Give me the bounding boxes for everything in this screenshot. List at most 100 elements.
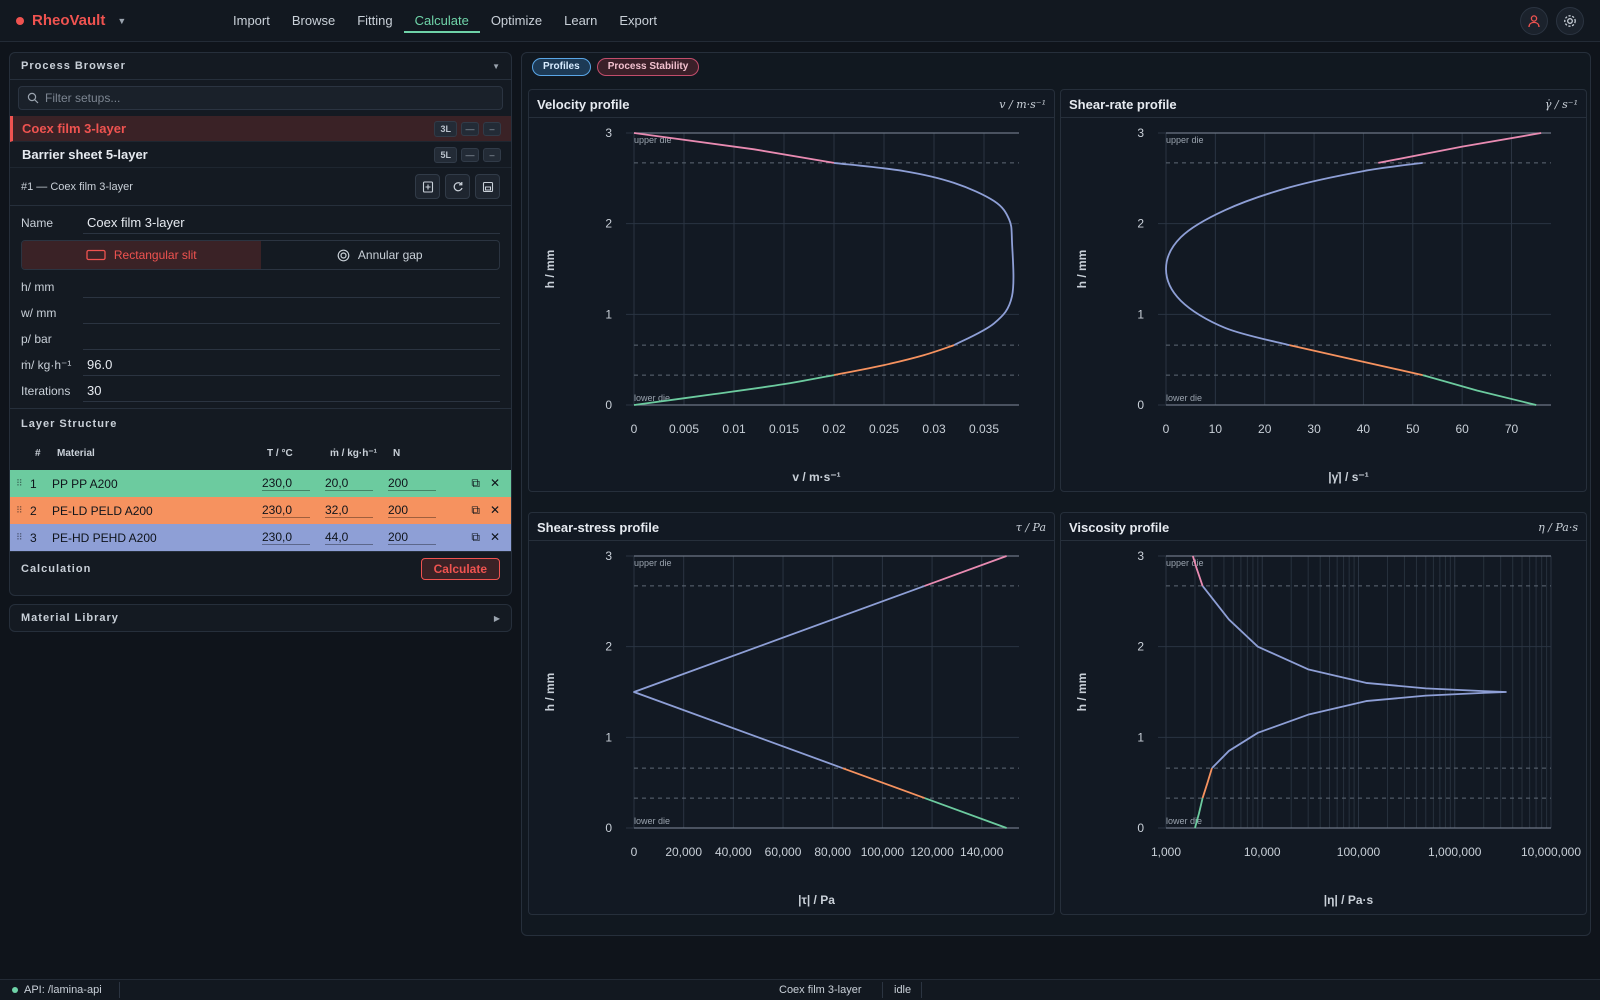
minus-button[interactable]: — bbox=[461, 147, 479, 162]
drag-handle-icon[interactable]: ⠿ bbox=[16, 532, 30, 543]
layer-structure-title: Layer Structure bbox=[21, 418, 118, 430]
layer-n[interactable]: 200 bbox=[388, 503, 436, 518]
drag-handle-icon[interactable]: ⠿ bbox=[16, 505, 30, 516]
layer-row[interactable]: ⠿ 1 PP PP A200 230,0 20,0 200 ⧉ ✕ bbox=[10, 470, 511, 497]
remove-button[interactable]: – bbox=[483, 121, 501, 136]
duplicate-icon[interactable]: ⧉ bbox=[471, 530, 480, 545]
layer-n[interactable]: 200 bbox=[388, 476, 436, 491]
layer-temperature[interactable]: 230,0 bbox=[262, 530, 310, 545]
layer-n[interactable]: 200 bbox=[388, 530, 436, 545]
process-browser-panel: Process Browser ▼ Coex film 3-layer 3L —… bbox=[9, 52, 512, 596]
close-icon[interactable]: ✕ bbox=[490, 476, 500, 491]
upper-die-label: upper die bbox=[1166, 558, 1204, 568]
app-brand[interactable]: RheoVault ▼ bbox=[16, 12, 126, 29]
layer-count-badge: 5L bbox=[434, 146, 457, 163]
close-icon[interactable]: ✕ bbox=[490, 503, 500, 518]
w-label: w/ mm bbox=[21, 306, 57, 320]
x-tick-label: 0 bbox=[631, 422, 638, 436]
save-icon bbox=[482, 181, 493, 192]
layer-material[interactable]: PE-LD PELD A200 bbox=[52, 504, 262, 518]
process-browser-header[interactable]: Process Browser ▼ bbox=[10, 53, 511, 80]
nav-browse[interactable]: Browse bbox=[281, 0, 346, 42]
duplicate-icon[interactable]: ⧉ bbox=[471, 503, 480, 518]
x-tick-label: 40 bbox=[1357, 422, 1371, 436]
nav-export[interactable]: Export bbox=[608, 0, 668, 42]
x-tick-label: 10 bbox=[1209, 422, 1223, 436]
p-field[interactable] bbox=[83, 328, 500, 350]
calculate-button[interactable]: Calculate bbox=[420, 557, 500, 580]
layer-temperature[interactable]: 230,0 bbox=[262, 503, 310, 518]
chart-title: Shear-stress profile bbox=[537, 520, 660, 535]
layer-row[interactable]: ⠿ 3 PE-HD PEHD A200 230,0 44,0 200 ⧉ ✕ bbox=[10, 524, 511, 551]
setup-row[interactable]: Barrier sheet 5-layer 5L — – bbox=[10, 142, 511, 168]
p-label: p/ bar bbox=[21, 332, 52, 346]
material-library-header[interactable]: Material Library ▶ bbox=[9, 604, 512, 632]
setup-id: #1 — Coex film 3-layer bbox=[21, 180, 133, 193]
name-field[interactable]: Coex film 3-layer bbox=[83, 212, 500, 234]
search-icon bbox=[27, 92, 39, 104]
calculation-title: Calculation bbox=[21, 562, 92, 575]
shear-rate-plot: 0 10 20 30 40 50 60 70 0 1 2 3 upper die lower die |γ̇… bbox=[1075, 126, 1551, 484]
duplicate-icon[interactable]: ⧉ bbox=[471, 476, 480, 491]
nav-fitting[interactable]: Fitting bbox=[346, 0, 403, 42]
layer-material[interactable]: PE-HD PEHD A200 bbox=[52, 531, 262, 545]
minus-button[interactable]: — bbox=[461, 121, 479, 136]
w-field[interactable] bbox=[83, 302, 500, 324]
chart-title: Shear-rate profile bbox=[1069, 97, 1177, 112]
layer-massflow[interactable]: 44,0 bbox=[325, 530, 373, 545]
layer-material[interactable]: PP PP A200 bbox=[52, 477, 262, 491]
y-tick-label: 3 bbox=[1137, 549, 1144, 563]
y-tick-label: 3 bbox=[605, 126, 612, 140]
annular-gap-option[interactable]: Annular gap bbox=[261, 241, 500, 269]
upper-die-label: upper die bbox=[1166, 135, 1204, 145]
h-field[interactable] bbox=[83, 276, 500, 298]
nav-learn[interactable]: Learn bbox=[553, 0, 608, 42]
x-tick-label: 0.02 bbox=[822, 422, 846, 436]
save-button[interactable] bbox=[475, 174, 500, 199]
reset-icon bbox=[453, 181, 463, 191]
rect-slit-option[interactable]: Rectangular slit bbox=[22, 241, 261, 269]
iterations-field[interactable]: 30 bbox=[83, 380, 500, 402]
layer-massflow[interactable]: 32,0 bbox=[325, 503, 373, 518]
expand-icon[interactable]: ▶ bbox=[494, 614, 500, 623]
remove-button[interactable]: – bbox=[483, 147, 501, 162]
y-tick-label: 1 bbox=[605, 730, 612, 744]
layer-massflow[interactable]: 20,0 bbox=[325, 476, 373, 491]
setup-form: Name Coex film 3-layer Rectangular slit … bbox=[10, 206, 511, 404]
x-tick-label: 0.035 bbox=[969, 422, 999, 436]
nav-import[interactable]: Import bbox=[222, 0, 281, 42]
massflow-field[interactable]: 96.0 bbox=[83, 354, 500, 376]
chevron-down-icon[interactable]: ▼ bbox=[117, 16, 126, 26]
close-icon[interactable]: ✕ bbox=[490, 530, 500, 545]
x-tick-label: 0.025 bbox=[869, 422, 899, 436]
layer-temperature[interactable]: 230,0 bbox=[262, 476, 310, 491]
collapse-icon[interactable]: ▼ bbox=[492, 62, 500, 71]
calculation-section: Calculation Calculate bbox=[10, 551, 511, 585]
chart-unit: v / m·s⁻¹ bbox=[999, 98, 1046, 111]
setup-row[interactable]: Coex film 3-layer 3L — – bbox=[10, 116, 511, 142]
y-axis-label: h / mm bbox=[543, 250, 557, 289]
viscosity-chart: Viscosity profile η / Pa·s 1,000 10,000 10… bbox=[1060, 512, 1587, 915]
nav-calculate[interactable]: Calculate bbox=[403, 0, 480, 33]
settings-button[interactable] bbox=[1556, 7, 1584, 35]
nav-optimize[interactable]: Optimize bbox=[480, 0, 553, 42]
new-setup-button[interactable] bbox=[415, 174, 440, 199]
filter-input[interactable] bbox=[45, 91, 485, 105]
x-axis-label: |γ̇| / s⁻¹ bbox=[1328, 470, 1368, 484]
x-tick-label: 40,000 bbox=[715, 845, 752, 859]
x-tick-label: 70 bbox=[1505, 422, 1519, 436]
y-tick-label: 0 bbox=[605, 398, 612, 412]
layer-number: 2 bbox=[30, 503, 37, 518]
layer-number: 3 bbox=[30, 530, 37, 545]
x-tick-label: 1,000 bbox=[1151, 845, 1181, 859]
layer-row[interactable]: ⠿ 2 PE-LD PELD A200 230,0 32,0 200 ⧉ ✕ bbox=[10, 497, 511, 524]
upper-die-label: upper die bbox=[634, 558, 672, 568]
velocity-plot: 0 0.005 0.01 0.015 0.02 0.025 0.03 0.0350123 upp… bbox=[543, 126, 1019, 484]
tab-profiles[interactable]: Profiles bbox=[532, 58, 591, 76]
reset-button[interactable] bbox=[445, 174, 470, 199]
tab-process-stability[interactable]: Process Stability bbox=[596, 58, 700, 76]
connection-dot-icon bbox=[12, 987, 18, 993]
user-button[interactable] bbox=[1520, 7, 1548, 35]
y-tick-label: 0 bbox=[1137, 398, 1144, 412]
drag-handle-icon[interactable]: ⠿ bbox=[16, 478, 30, 489]
